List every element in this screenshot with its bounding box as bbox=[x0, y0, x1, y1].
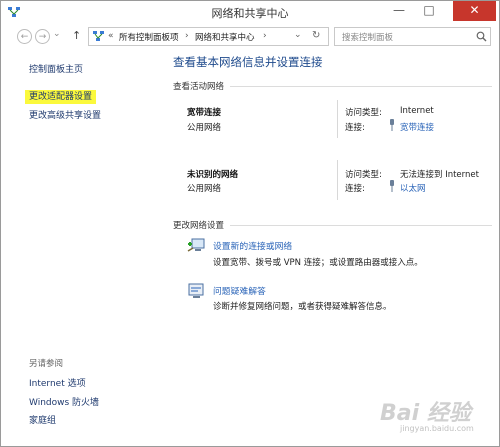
close-button[interactable]: ✕ bbox=[453, 1, 496, 21]
ethernet-icon bbox=[390, 180, 394, 192]
see-also-windows-firewall[interactable]: Windows 防火墙 bbox=[29, 395, 99, 408]
active-networks-title: 查看活动网络 bbox=[173, 82, 225, 92]
address-dropdown-icon[interactable]: ⌄ bbox=[294, 30, 302, 40]
sidebar-item-control-panel-home[interactable]: 控制面板主页 bbox=[29, 62, 83, 75]
baidu-watermark: Bai 经验 bbox=[380, 401, 471, 426]
sidebar-item-advanced-sharing[interactable]: 更改高级共享设置 bbox=[29, 108, 101, 121]
access-type-label: 访问类型: bbox=[345, 170, 382, 180]
breadcrumb-separator-icon[interactable]: › bbox=[263, 31, 267, 41]
section-divider bbox=[230, 225, 492, 226]
search-input[interactable]: 搜索控制面板 bbox=[342, 31, 393, 43]
breadcrumb-all-control-panel[interactable]: 所有控制面板项 bbox=[119, 31, 179, 43]
broadband-connection-link[interactable]: 宽带连接 bbox=[400, 121, 434, 133]
troubleshoot-link[interactable]: 问题疑难解答 bbox=[213, 284, 266, 297]
window: 网络和共享中心 — □ ✕ ← → ⌄ ↑ « 所有控制面板项 › 网络和共享中… bbox=[0, 0, 500, 447]
search-icon[interactable] bbox=[476, 31, 487, 42]
network-name: 宽带连接 bbox=[187, 108, 222, 118]
breadcrumb-separator-icon[interactable]: › bbox=[185, 31, 189, 41]
troubleshoot-icon bbox=[188, 283, 204, 298]
task-description: 诊断并修复网络问题，或者获得疑难解答信息。 bbox=[213, 302, 392, 312]
title-bar: 网络和共享中心 — □ ✕ bbox=[1, 1, 499, 23]
network-name: 未识别的网络 bbox=[187, 170, 239, 180]
task-description: 设置宽带、拨号或 VPN 连接；或设置路由器或接入点。 bbox=[213, 258, 423, 268]
connection-label: 连接: bbox=[345, 184, 365, 194]
ethernet-link[interactable]: 以太网 bbox=[400, 182, 426, 194]
page-title: 查看基本网络信息并设置连接 bbox=[173, 55, 323, 69]
see-also-homegroup[interactable]: 家庭组 bbox=[29, 413, 56, 426]
network-type[interactable]: 公用网络 bbox=[187, 121, 221, 133]
up-button[interactable]: ↑ bbox=[72, 29, 81, 42]
broadband-connection-icon bbox=[390, 119, 394, 131]
back-button[interactable]: ← bbox=[17, 29, 32, 44]
control-panel-icon bbox=[93, 31, 104, 41]
connection-label: 连接: bbox=[345, 123, 365, 133]
search-box[interactable]: 搜索控制面板 bbox=[334, 27, 491, 46]
setup-new-connection-link[interactable]: 设置新的连接或网络 bbox=[213, 239, 292, 252]
chevrons-icon[interactable]: « bbox=[108, 31, 114, 41]
forward-button[interactable]: → bbox=[35, 29, 50, 44]
access-type-label: 访问类型: bbox=[345, 108, 382, 118]
see-also-internet-options[interactable]: Internet 选项 bbox=[29, 376, 86, 389]
network-type[interactable]: 公用网络 bbox=[187, 182, 221, 194]
access-type-value: 无法连接到 Internet bbox=[400, 170, 479, 180]
breadcrumb-network-center[interactable]: 网络和共享中心 bbox=[195, 31, 255, 43]
sidebar-item-label: 更改适配器设置 bbox=[25, 90, 97, 104]
column-divider bbox=[337, 100, 338, 138]
column-divider bbox=[337, 160, 338, 200]
section-divider bbox=[230, 86, 492, 87]
access-type-value: Internet bbox=[400, 106, 434, 116]
change-settings-title: 更改网络设置 bbox=[173, 221, 225, 231]
minimize-button[interactable]: — bbox=[386, 1, 412, 21]
watermark-site: jingyan.baidu.com bbox=[400, 424, 474, 433]
see-also-title: 另请参阅 bbox=[29, 359, 64, 369]
address-bar[interactable]: « 所有控制面板项 › 网络和共享中心 › ⌄ ↻ bbox=[88, 27, 329, 46]
sidebar-item-change-adapter-settings[interactable]: 更改适配器设置 bbox=[25, 89, 97, 104]
recent-dropdown-icon[interactable]: ⌄ bbox=[53, 29, 61, 39]
new-connection-icon bbox=[187, 238, 205, 252]
refresh-icon[interactable]: ↻ bbox=[312, 30, 320, 41]
maximize-button[interactable]: □ bbox=[416, 1, 442, 21]
